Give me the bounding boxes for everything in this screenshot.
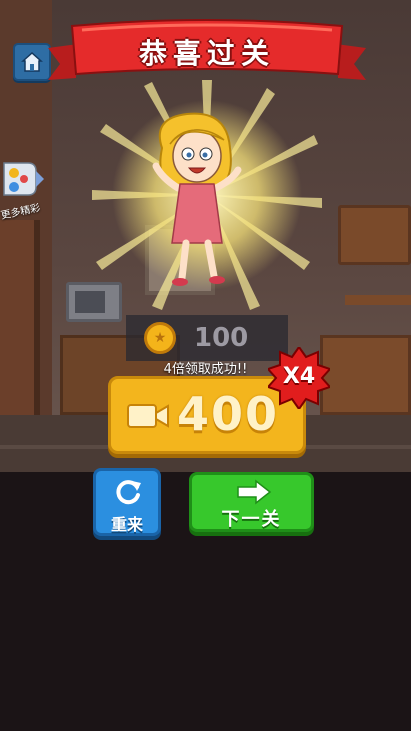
upper-cabinet xyxy=(338,205,411,265)
home-icon xyxy=(21,51,43,72)
wall-shelf xyxy=(345,295,411,305)
home-button[interactable] xyxy=(13,43,51,81)
video-camera-icon xyxy=(127,404,169,428)
multiplier-badge: X4 xyxy=(266,345,332,411)
more-games-button[interactable]: 更多精彩 xyxy=(0,157,46,222)
page-title: 恭喜过关 xyxy=(138,37,275,70)
next-level-button[interactable]: 下一关 xyxy=(189,472,314,532)
retry-label: 重来 xyxy=(110,515,143,534)
gamepad-icon xyxy=(3,162,44,196)
next-level-label: 下一关 xyxy=(221,509,282,530)
arrow-right-icon xyxy=(237,479,272,505)
success-message: 4倍领取成功!! xyxy=(163,362,248,377)
coin-icon: ★ xyxy=(144,322,176,354)
title-ribbon: 恭喜过关 xyxy=(48,18,366,88)
door-frame xyxy=(0,220,40,420)
refresh-icon xyxy=(116,480,141,505)
coin-panel: ★ 100 xyxy=(126,315,288,361)
multiplier-label: X4 xyxy=(282,364,316,389)
video-reward-amount: 400 xyxy=(177,387,280,441)
retry-button[interactable]: 重来 xyxy=(93,468,161,536)
coin-amount: 100 xyxy=(194,323,249,353)
celebrating-character xyxy=(152,112,242,286)
